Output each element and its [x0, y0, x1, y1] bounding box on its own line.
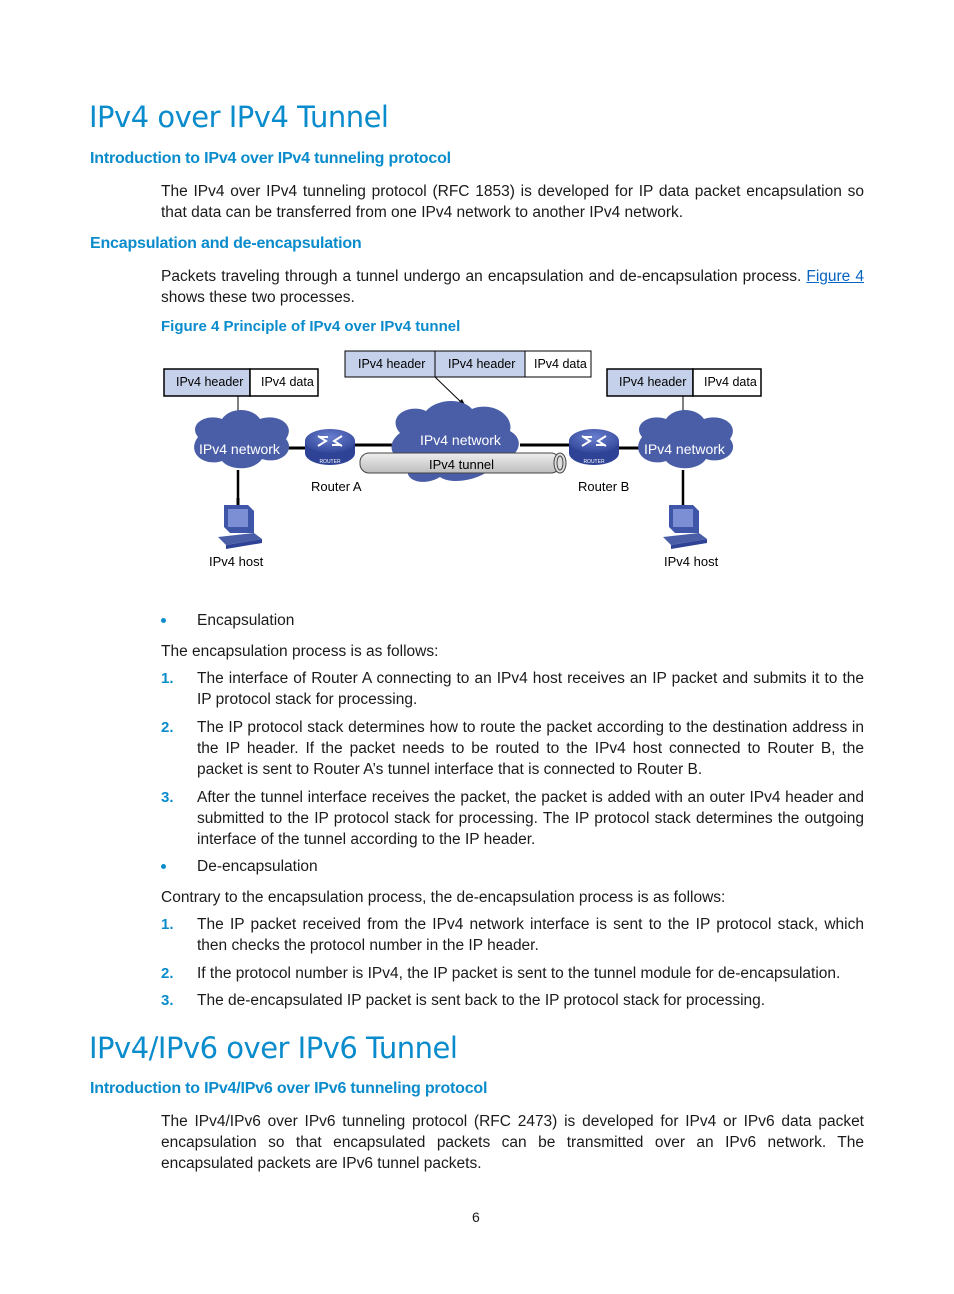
- middle-packet: IPv4 header IPv4 header IPv4 data: [344, 350, 592, 378]
- encap-text-after: shows these two processes.: [161, 289, 355, 306]
- step-text: The de-encapsulated IP packet is sent ba…: [197, 992, 766, 1009]
- step-number: 1.: [161, 670, 174, 687]
- left-packet-data: IPv4 data: [261, 375, 314, 389]
- step-number: 2.: [161, 719, 174, 736]
- step-text: The IP packet received from the IPv4 net…: [197, 916, 864, 954]
- step-number: 2.: [161, 965, 174, 982]
- ipv4-tunnel: IPv4 tunnel: [359, 452, 567, 474]
- middle-packet-data: IPv4 data: [534, 357, 587, 371]
- left-host-label: IPv4 host: [209, 554, 264, 569]
- router-b-icon: ROUTER: [569, 429, 619, 465]
- step-text: The interface of Router A connecting to …: [197, 670, 864, 708]
- router-a-badge: ROUTER: [319, 459, 341, 465]
- encap-step-1: 1. The interface of Router A connecting …: [161, 668, 864, 710]
- subheading-encapsulation: Encapsulation and de-encapsulation: [90, 235, 362, 252]
- step-number: 3.: [161, 992, 174, 1009]
- step-text: If the protocol number is IPv4, the IP p…: [197, 965, 841, 982]
- encapsulation-lead: The encapsulation process is as follows:: [161, 643, 439, 660]
- tunnel-label: IPv4 tunnel: [429, 457, 494, 472]
- section-title-ipv4-ipv6-over-ipv6: IPv4/IPv6 over IPv6 Tunnel: [89, 1031, 458, 1065]
- deencap-step-3: 3. The de-encapsulated IP packet is sent…: [161, 990, 864, 1011]
- middle-packet-outer-header: IPv4 header: [358, 357, 425, 371]
- left-network-label: IPv4 network: [199, 441, 281, 457]
- section-title-ipv4-over-ipv4: IPv4 over IPv4 Tunnel: [89, 100, 389, 134]
- left-packet: IPv4 header IPv4 data: [163, 368, 319, 397]
- step-number: 3.: [161, 789, 174, 806]
- left-network-cloud: IPv4 network: [194, 410, 290, 469]
- router-b-label: Router B: [578, 479, 629, 494]
- right-packet-header: IPv4 header: [619, 375, 686, 389]
- router-a-icon: ROUTER: [305, 429, 355, 465]
- right-network-label: IPv4 network: [644, 441, 726, 457]
- left-packet-header: IPv4 header: [176, 375, 243, 389]
- subheading-intro-ipv6: Introduction to IPv4/IPv6 over IPv6 tunn…: [90, 1080, 488, 1097]
- middle-network-label: IPv4 network: [420, 432, 502, 448]
- intro-paragraph-ipv6: The IPv4/IPv6 over IPv6 tunneling protoc…: [161, 1113, 864, 1172]
- step-text: After the tunnel interface receives the …: [197, 789, 864, 848]
- right-network-cloud: IPv4 network: [638, 410, 734, 469]
- right-packet: IPv4 header IPv4 data: [606, 368, 762, 397]
- router-b-badge: ROUTER: [583, 459, 605, 465]
- bullet-dot-icon: [161, 618, 166, 623]
- deencapsulation-lead: Contrary to the encapsulation process, t…: [161, 889, 726, 906]
- middle-packet-inner-header: IPv4 header: [448, 357, 515, 371]
- right-host-label: IPv4 host: [664, 554, 719, 569]
- encap-step-3: 3. After the tunnel interface receives t…: [161, 787, 864, 850]
- subheading-intro-ipv4: Introduction to IPv4 over IPv4 tunneling…: [90, 150, 451, 167]
- deencap-step-2: 2. If the protocol number is IPv4, the I…: [161, 963, 864, 984]
- figure-4-link[interactable]: Figure 4: [806, 268, 864, 285]
- bullet-label: De-encapsulation: [197, 858, 318, 875]
- right-packet-data: IPv4 data: [704, 375, 757, 389]
- intro-paragraph-ipv4: The IPv4 over IPv4 tunneling protocol (R…: [161, 183, 864, 221]
- right-host-computer-icon: [663, 505, 707, 549]
- encap-paragraph: Packets traveling through a tunnel under…: [161, 266, 864, 308]
- router-a-label: Router A: [311, 479, 362, 494]
- step-text: The IP protocol stack determines how to …: [197, 719, 864, 778]
- left-host-computer-icon: [218, 505, 262, 549]
- deencap-step-1: 1. The IP packet received from the IPv4 …: [161, 914, 864, 956]
- encap-text-before: Packets traveling through a tunnel under…: [161, 268, 807, 285]
- bullet-dot-icon: [161, 864, 166, 869]
- tunnel-diagram: IPv4 header IPv4 data IPv4 header IPv4 h…: [163, 350, 762, 569]
- step-number: 1.: [161, 916, 174, 933]
- page-number: 6: [472, 1209, 480, 1225]
- bullet-label: Encapsulation: [197, 612, 295, 629]
- encap-step-2: 2. The IP protocol stack determines how …: [161, 717, 864, 780]
- figure-caption: Figure 4 Principle of IPv4 over IPv4 tun…: [161, 318, 461, 335]
